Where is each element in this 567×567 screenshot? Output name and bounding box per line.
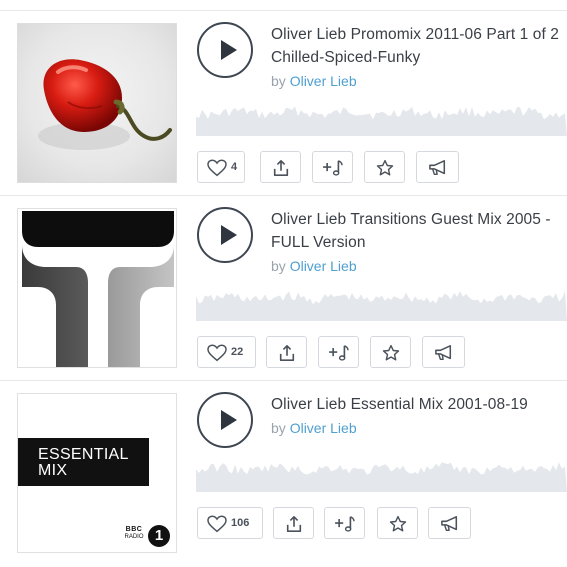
share-button[interactable]: [266, 336, 307, 368]
waveform-shape: [196, 462, 567, 492]
artist-link[interactable]: Oliver Lieb: [290, 73, 357, 89]
by-label: by: [271, 420, 286, 436]
track-byline: by Oliver Lieb: [271, 257, 357, 275]
promote-button[interactable]: [428, 507, 471, 539]
add-to-playlist-button[interactable]: [324, 507, 365, 539]
radio-one-badge-icon: 1: [148, 525, 170, 547]
track-byline: by Oliver Lieb: [271, 72, 357, 90]
add-to-playlist-icon: [335, 516, 355, 532]
add-to-playlist-button[interactable]: [318, 336, 359, 368]
bbc-radio-badge: BBC RADIO: [124, 526, 144, 540]
track-byline: by Oliver Lieb: [271, 419, 357, 437]
share-icon: [273, 159, 289, 177]
list-divider: [0, 195, 567, 196]
favorite-button[interactable]: [370, 336, 411, 368]
transitions-t-logo: [22, 211, 174, 367]
track-artwork[interactable]: ESSENTIAL MIX BBC RADIO 1: [17, 393, 177, 553]
artist-link[interactable]: Oliver Lieb: [290, 258, 357, 274]
favorite-button[interactable]: [377, 507, 418, 539]
star-icon: [382, 344, 400, 361]
add-to-playlist-button[interactable]: [312, 151, 353, 183]
share-icon: [279, 344, 295, 362]
star-icon: [389, 515, 407, 532]
play-button[interactable]: [197, 22, 253, 78]
track-title-line2[interactable]: FULL Version: [271, 231, 567, 254]
heart-icon: [207, 344, 227, 362]
waveform[interactable]: [196, 100, 567, 136]
essential-mix-logo: ESSENTIAL MIX: [18, 438, 149, 486]
waveform-shape: [196, 291, 567, 321]
mix-list: Oliver Lieb Promomix 2011-06 Part 1 of 2…: [0, 0, 567, 567]
like-count: 106: [231, 517, 250, 529]
favorite-button[interactable]: [364, 151, 405, 183]
track-artwork[interactable]: [17, 208, 177, 368]
track-title-line1[interactable]: Oliver Lieb Transitions Guest Mix 2005 -: [271, 208, 567, 231]
waveform[interactable]: [196, 456, 567, 492]
by-label: by: [271, 258, 286, 274]
list-divider: [0, 380, 567, 381]
play-icon: [221, 410, 237, 430]
megaphone-icon: [429, 160, 446, 176]
track-title-line2[interactable]: Chilled-Spiced-Funky: [271, 46, 567, 69]
waveform[interactable]: [196, 285, 567, 321]
like-count: 4: [231, 161, 238, 173]
track-artwork[interactable]: [17, 23, 177, 183]
waveform-shape: [196, 106, 567, 136]
logo-text-line1: ESSENTIAL: [38, 446, 129, 463]
megaphone-icon: [441, 516, 458, 532]
play-icon: [221, 40, 237, 60]
add-to-playlist-icon: [323, 160, 343, 176]
track-title-line1[interactable]: Oliver Lieb Promomix 2011-06 Part 1 of 2: [271, 23, 567, 46]
share-button[interactable]: [260, 151, 301, 183]
promote-button[interactable]: [416, 151, 459, 183]
megaphone-icon: [435, 345, 452, 361]
like-button[interactable]: 106: [197, 507, 263, 539]
track-title[interactable]: Oliver Lieb Essential Mix 2001-08-19: [271, 393, 567, 416]
red-pepper-image: [38, 59, 172, 150]
star-icon: [376, 159, 394, 176]
play-button[interactable]: [197, 392, 253, 448]
like-button[interactable]: 22: [197, 336, 256, 368]
list-divider: [0, 10, 567, 11]
logo-text-line2: MIX: [38, 462, 68, 479]
play-button[interactable]: [197, 207, 253, 263]
promote-button[interactable]: [422, 336, 465, 368]
by-label: by: [271, 73, 286, 89]
heart-icon: [207, 515, 227, 533]
play-icon: [221, 225, 237, 245]
share-button[interactable]: [273, 507, 314, 539]
share-icon: [286, 515, 302, 533]
artist-link[interactable]: Oliver Lieb: [290, 420, 357, 436]
like-button[interactable]: 4: [197, 151, 245, 183]
heart-icon: [207, 159, 227, 177]
like-count: 22: [231, 346, 244, 358]
add-to-playlist-icon: [329, 345, 349, 361]
